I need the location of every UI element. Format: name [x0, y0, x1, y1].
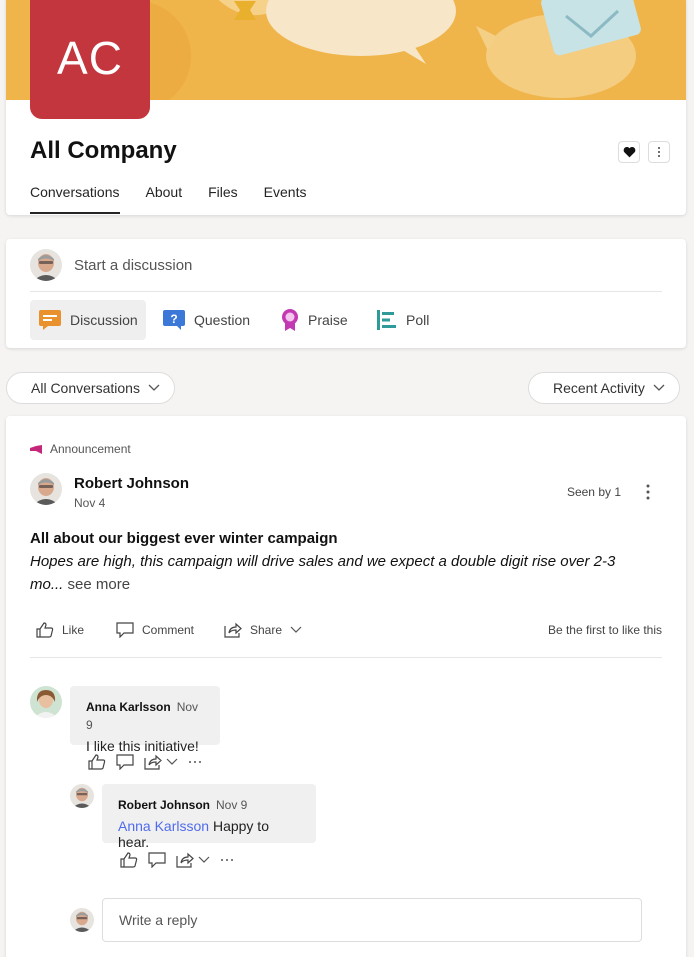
- conversation-filter-dropdown[interactable]: All Conversations: [6, 372, 175, 404]
- share-icon: [224, 622, 242, 638]
- discussion-type-label: Discussion: [70, 312, 138, 328]
- share-icon: [176, 852, 194, 868]
- post-author-name[interactable]: Robert Johnson: [74, 475, 189, 492]
- more-horizontal-icon[interactable]: [220, 858, 234, 862]
- post-body: Hopes are high, this campaign will drive…: [30, 550, 650, 596]
- megaphone-icon: [30, 444, 42, 454]
- chevron-down-icon: [166, 758, 178, 765]
- discussion-icon: [39, 310, 61, 330]
- conversation-filter-label: All Conversations: [31, 380, 140, 396]
- tab-files[interactable]: Files: [208, 184, 238, 214]
- comment-icon[interactable]: [148, 852, 166, 868]
- more-vertical-icon: [658, 147, 660, 157]
- chevron-down-icon: [290, 626, 302, 633]
- reply-author-avatar[interactable]: [70, 784, 94, 808]
- reply-date: Nov 9: [216, 798, 248, 812]
- group-header-card: AC All Company Conversations About Files…: [6, 0, 686, 215]
- mention-link[interactable]: Anna Karlsson: [118, 818, 209, 834]
- reply-author[interactable]: Robert Johnson: [118, 798, 210, 812]
- favorite-button[interactable]: [618, 141, 640, 163]
- thread-divider: [30, 657, 662, 658]
- share-menu-button[interactable]: [176, 852, 210, 868]
- share-button[interactable]: Share: [224, 620, 310, 640]
- comment-bubble: Anna Karlsson Nov 9 I like this initiativ…: [70, 686, 220, 754]
- current-user-avatar: [70, 908, 94, 932]
- chevron-down-icon: [653, 384, 665, 391]
- more-vertical-icon: [646, 484, 650, 500]
- reply-text-line: Anna Karlsson Happy to hear.: [118, 818, 300, 850]
- chevron-down-icon: [198, 856, 210, 863]
- comment-label: Comment: [142, 623, 195, 637]
- post-date: Nov 4: [74, 496, 106, 510]
- thumbs-up-icon[interactable]: [120, 852, 138, 868]
- praise-type-button[interactable]: Praise: [272, 300, 356, 340]
- tab-conversations[interactable]: Conversations: [30, 184, 120, 214]
- group-more-button[interactable]: [648, 141, 670, 163]
- like-label: Like: [62, 623, 85, 637]
- reply-input[interactable]: Write a reply: [102, 898, 642, 942]
- comment-icon: [116, 622, 134, 638]
- poll-icon: [377, 310, 396, 330]
- group-logo: AC: [30, 0, 150, 119]
- comment-text: I like this initiative!: [86, 738, 199, 754]
- reply-actions: [120, 852, 244, 868]
- comment-author[interactable]: Anna Karlsson: [86, 700, 171, 714]
- group-title: All Company: [30, 137, 177, 164]
- question-icon: ?: [163, 310, 185, 330]
- chevron-down-icon: [148, 384, 160, 391]
- share-label: Share: [250, 623, 283, 637]
- see-more-link[interactable]: see more: [68, 576, 131, 593]
- praise-type-label: Praise: [308, 312, 348, 328]
- question-type-button[interactable]: ? Question: [154, 300, 258, 340]
- share-icon: [144, 754, 162, 770]
- svg-text:?: ?: [170, 312, 177, 326]
- group-tabs: Conversations About Files Events: [30, 184, 332, 214]
- reply-bubble: Robert Johnson Nov 9 Anna Karlsson Happy …: [102, 784, 316, 850]
- composer-divider: [30, 291, 662, 292]
- seen-by-link[interactable]: Seen by 1: [567, 485, 621, 499]
- announcement-tag: Announcement: [30, 442, 131, 456]
- tab-events[interactable]: Events: [264, 184, 307, 214]
- question-type-label: Question: [194, 312, 251, 328]
- discussion-type-button[interactable]: Discussion: [30, 300, 146, 340]
- announcement-label: Announcement: [50, 442, 131, 456]
- poll-type-button[interactable]: Poll: [368, 300, 437, 340]
- post-title: All about our biggest ever winter campai…: [30, 530, 338, 547]
- heart-icon: [623, 146, 635, 158]
- thumbs-up-icon: [36, 622, 54, 638]
- conversation-thread-card: Announcement Robert Johnson Nov 4 Seen b…: [6, 416, 686, 957]
- tab-about[interactable]: About: [146, 184, 183, 214]
- start-discussion-input[interactable]: Start a discussion: [74, 257, 192, 274]
- post-more-button[interactable]: [646, 484, 650, 504]
- like-button[interactable]: Like: [36, 620, 84, 640]
- thumbs-up-icon[interactable]: [88, 754, 106, 770]
- praise-icon: [282, 309, 298, 331]
- sort-dropdown[interactable]: Recent Activity: [528, 372, 680, 404]
- comment-icon[interactable]: [116, 754, 134, 770]
- poll-type-label: Poll: [406, 312, 430, 328]
- like-status: Be the first to like this: [547, 623, 662, 637]
- commenter-avatar[interactable]: [30, 686, 62, 718]
- author-avatar[interactable]: [30, 473, 62, 505]
- user-avatar: [30, 249, 62, 281]
- comment-actions: [88, 754, 212, 770]
- share-menu-button[interactable]: [144, 754, 178, 770]
- composer-card: Start a discussion Discussion ? Question…: [6, 239, 686, 348]
- more-horizontal-icon[interactable]: [188, 760, 202, 764]
- comment-button[interactable]: Comment: [116, 620, 194, 640]
- sort-label: Recent Activity: [553, 380, 645, 396]
